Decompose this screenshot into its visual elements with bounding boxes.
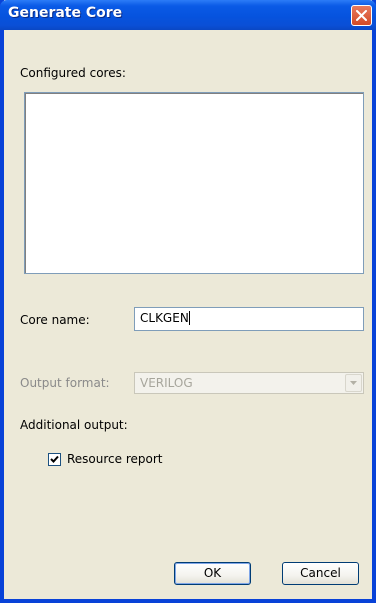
checkmark-icon	[50, 455, 59, 463]
generate-core-dialog: Generate Core	[0, 0, 376, 603]
dialog-title: Generate Core	[8, 5, 123, 21]
output-format-select[interactable]: VERILOG	[134, 372, 364, 394]
close-button[interactable]	[351, 5, 372, 26]
additional-output-label: Additional output:	[20, 418, 128, 432]
dropdown-arrow-button[interactable]	[345, 374, 362, 392]
chevron-down-icon	[350, 381, 357, 385]
core-name-input[interactable]: CLKGEN	[134, 307, 364, 331]
core-name-label: Core name:	[20, 313, 90, 327]
configured-cores-list[interactable]	[24, 92, 364, 274]
core-name-value: CLKGEN	[140, 311, 189, 325]
close-icon	[356, 10, 367, 21]
output-format-label: Output format:	[20, 376, 110, 390]
configured-cores-label: Configured cores:	[20, 66, 126, 80]
output-format-value: VERILOG	[140, 376, 193, 390]
title-bar[interactable]: Generate Core	[0, 0, 376, 30]
text-caret	[188, 311, 190, 325]
cancel-button[interactable]: Cancel	[282, 562, 359, 585]
ok-button[interactable]: OK	[174, 562, 251, 585]
resource-report-checkbox[interactable]	[48, 453, 61, 466]
resource-report-label[interactable]: Resource report	[67, 452, 163, 466]
